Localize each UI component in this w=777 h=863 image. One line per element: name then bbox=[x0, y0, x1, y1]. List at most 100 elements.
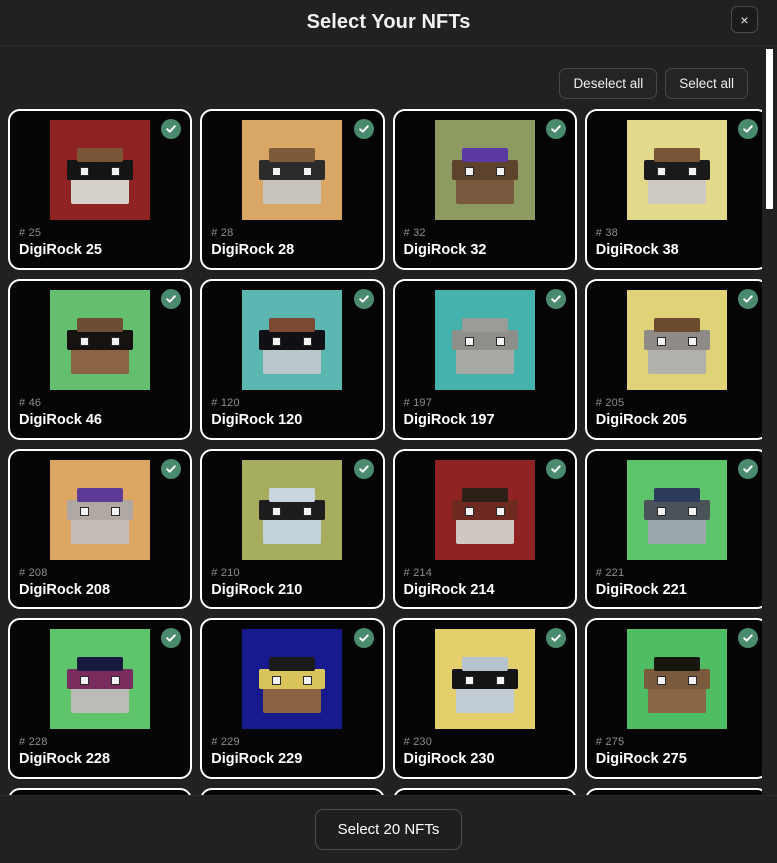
nft-thumbnail bbox=[627, 290, 727, 390]
check-icon[interactable] bbox=[161, 459, 181, 479]
nft-card[interactable] bbox=[200, 788, 384, 795]
voxel-mid bbox=[67, 669, 133, 689]
nft-meta: # 275DigiRock 275 bbox=[596, 729, 758, 770]
voxel-eye-right bbox=[303, 676, 312, 685]
deselect-all-button[interactable]: Deselect all bbox=[559, 68, 657, 99]
nft-meta: # 208DigiRock 208 bbox=[19, 560, 181, 601]
nft-meta: # 229DigiRock 229 bbox=[211, 729, 373, 770]
nft-thumbnail bbox=[435, 120, 535, 220]
voxel-eye-right bbox=[496, 167, 505, 176]
voxel-top bbox=[462, 657, 508, 671]
voxel-mid bbox=[259, 500, 325, 520]
voxel-mid bbox=[452, 500, 518, 520]
nft-meta: # 25DigiRock 25 bbox=[19, 220, 181, 261]
nft-card[interactable] bbox=[8, 788, 192, 795]
selection-toolbar: Deselect all Select all bbox=[0, 46, 777, 109]
nft-name: DigiRock 230 bbox=[404, 750, 566, 770]
nft-card[interactable]: # 214DigiRock 214 bbox=[393, 449, 577, 610]
nft-name: DigiRock 32 bbox=[404, 241, 566, 261]
close-icon[interactable]: × bbox=[731, 6, 758, 33]
nft-token-id: # 275 bbox=[596, 736, 758, 749]
nft-name: DigiRock 205 bbox=[596, 411, 758, 431]
voxel-eye-left bbox=[80, 167, 89, 176]
voxel-mid bbox=[259, 160, 325, 180]
nft-meta: # 228DigiRock 228 bbox=[19, 729, 181, 770]
nft-card[interactable]: # 25DigiRock 25 bbox=[8, 109, 192, 270]
voxel-eye-right bbox=[688, 507, 697, 516]
nft-card[interactable]: # 38DigiRock 38 bbox=[585, 109, 769, 270]
nft-card[interactable]: # 230DigiRock 230 bbox=[393, 618, 577, 779]
select-all-button[interactable]: Select all bbox=[665, 68, 748, 99]
voxel-eye-right bbox=[303, 167, 312, 176]
check-icon[interactable] bbox=[546, 119, 566, 139]
check-icon[interactable] bbox=[546, 289, 566, 309]
nft-card[interactable]: # 228DigiRock 228 bbox=[8, 618, 192, 779]
check-icon[interactable] bbox=[738, 459, 758, 479]
scrollbar-track[interactable] bbox=[762, 46, 777, 795]
voxel-mid bbox=[259, 330, 325, 350]
voxel-mid bbox=[452, 330, 518, 350]
nft-token-id: # 210 bbox=[211, 567, 373, 580]
nft-thumbnail-wrap bbox=[211, 460, 373, 560]
voxel-top bbox=[654, 488, 700, 502]
check-icon[interactable] bbox=[161, 289, 181, 309]
nft-card[interactable]: # 46DigiRock 46 bbox=[8, 279, 192, 440]
check-icon[interactable] bbox=[738, 289, 758, 309]
nft-meta: # 197DigiRock 197 bbox=[404, 390, 566, 431]
voxel-top bbox=[269, 318, 315, 332]
nft-token-id: # 230 bbox=[404, 736, 566, 749]
voxel-top bbox=[77, 148, 123, 162]
nft-card[interactable]: # 275DigiRock 275 bbox=[585, 618, 769, 779]
nft-thumbnail bbox=[242, 120, 342, 220]
voxel-eye-left bbox=[272, 167, 281, 176]
nft-thumbnail bbox=[435, 629, 535, 729]
nft-card[interactable]: # 197DigiRock 197 bbox=[393, 279, 577, 440]
nft-token-id: # 221 bbox=[596, 567, 758, 580]
voxel-eye-left bbox=[657, 337, 666, 346]
check-icon[interactable] bbox=[354, 119, 374, 139]
nft-token-id: # 32 bbox=[404, 227, 566, 240]
modal-body: Deselect all Select all # 25DigiRock 25 #… bbox=[0, 46, 777, 795]
voxel-top bbox=[77, 657, 123, 671]
nft-token-id: # 46 bbox=[19, 397, 181, 410]
voxel-mid bbox=[67, 330, 133, 350]
nft-thumbnail-wrap bbox=[596, 629, 758, 729]
check-icon[interactable] bbox=[546, 459, 566, 479]
nft-card[interactable]: # 32DigiRock 32 bbox=[393, 109, 577, 270]
nft-card[interactable]: # 229DigiRock 229 bbox=[200, 618, 384, 779]
nft-meta: # 120DigiRock 120 bbox=[211, 390, 373, 431]
voxel-mid bbox=[67, 160, 133, 180]
voxel-top bbox=[77, 318, 123, 332]
nft-card[interactable]: # 210DigiRock 210 bbox=[200, 449, 384, 610]
nft-card[interactable]: # 205DigiRock 205 bbox=[585, 279, 769, 440]
voxel-eye-right bbox=[111, 337, 120, 346]
nft-card[interactable]: # 28DigiRock 28 bbox=[200, 109, 384, 270]
voxel-mid bbox=[452, 160, 518, 180]
nft-card[interactable] bbox=[585, 788, 769, 795]
nft-card[interactable]: # 120DigiRock 120 bbox=[200, 279, 384, 440]
voxel-mid bbox=[644, 160, 710, 180]
check-icon[interactable] bbox=[354, 628, 374, 648]
nft-name: DigiRock 25 bbox=[19, 241, 181, 261]
voxel-top bbox=[77, 488, 123, 502]
nft-thumbnail bbox=[50, 629, 150, 729]
check-icon[interactable] bbox=[354, 289, 374, 309]
nft-name: DigiRock 46 bbox=[19, 411, 181, 431]
check-icon[interactable] bbox=[546, 628, 566, 648]
nft-thumbnail bbox=[627, 629, 727, 729]
scrollbar-thumb[interactable] bbox=[766, 49, 773, 209]
nft-card[interactable] bbox=[393, 788, 577, 795]
voxel-eye-right bbox=[111, 676, 120, 685]
voxel-eye-left bbox=[465, 676, 474, 685]
nft-meta: # 230DigiRock 230 bbox=[404, 729, 566, 770]
nft-card[interactable]: # 221DigiRock 221 bbox=[585, 449, 769, 610]
check-icon[interactable] bbox=[354, 459, 374, 479]
confirm-selection-button[interactable]: Select 20 NFTs bbox=[315, 809, 463, 850]
check-icon[interactable] bbox=[738, 119, 758, 139]
nft-token-id: # 208 bbox=[19, 567, 181, 580]
nft-card[interactable]: # 208DigiRock 208 bbox=[8, 449, 192, 610]
nft-thumbnail bbox=[50, 290, 150, 390]
nft-thumbnail bbox=[435, 460, 535, 560]
voxel-top bbox=[269, 148, 315, 162]
voxel-eye-right bbox=[111, 167, 120, 176]
